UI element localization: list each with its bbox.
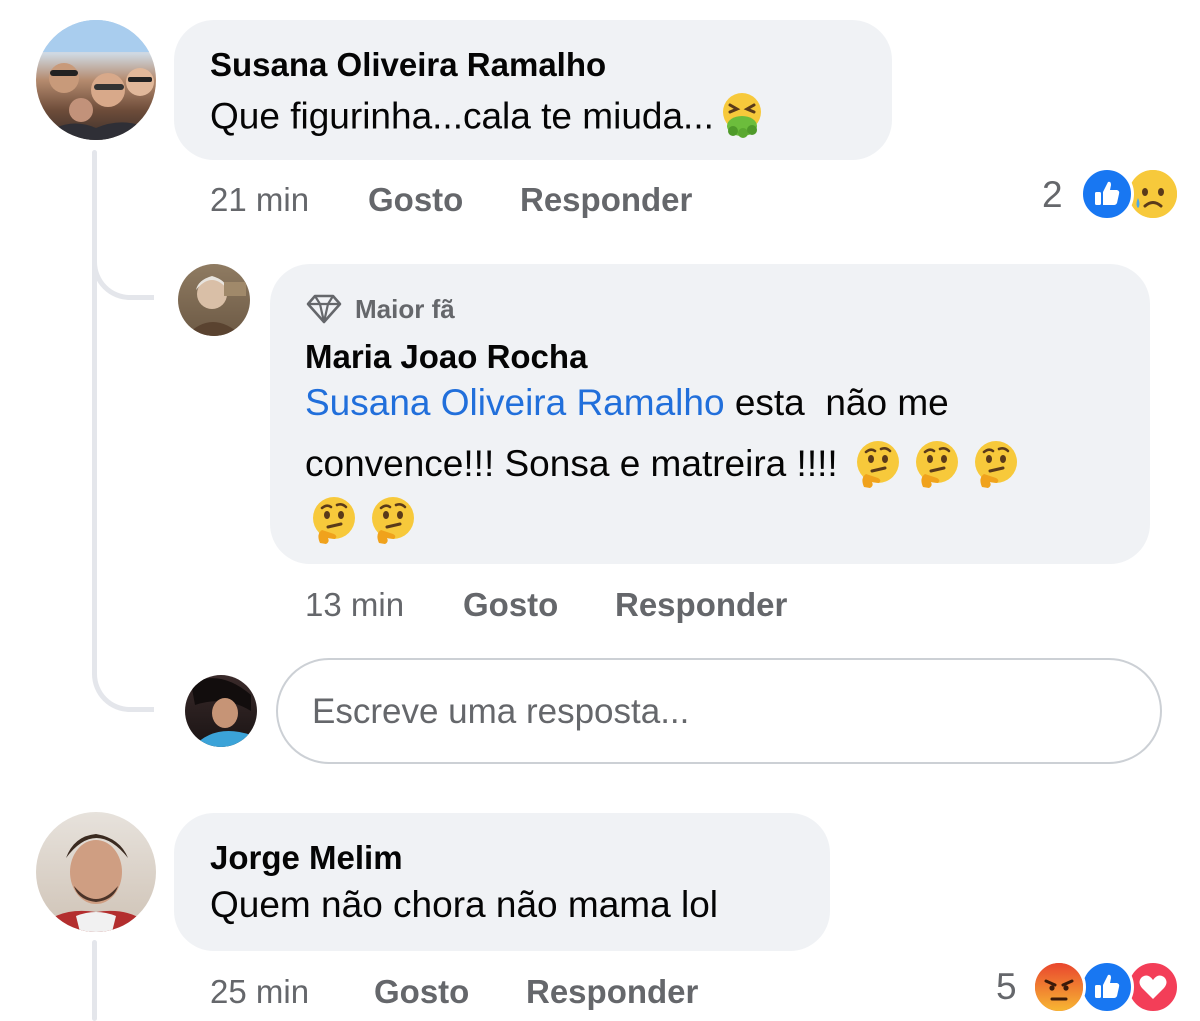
- reply-button[interactable]: Responder: [520, 181, 692, 219]
- reaction-count[interactable]: 2: [1042, 174, 1063, 216]
- reply-button[interactable]: Responder: [526, 973, 698, 1011]
- thinking-emoji-group: [852, 438, 1029, 490]
- reply-author[interactable]: Maria Joao Rocha: [305, 338, 587, 376]
- reply-input-placeholder: Escreve uma resposta...: [312, 692, 690, 731]
- like-button[interactable]: Gosto: [463, 586, 558, 624]
- angry-reaction-icon[interactable]: [1032, 960, 1086, 1014]
- mention-link[interactable]: Susana Oliveira Ramalho: [305, 382, 725, 423]
- comment-text: Quem não chora não mama lol: [210, 884, 718, 925]
- comment-author[interactable]: Jorge Melim: [210, 839, 403, 877]
- like-reaction-icon[interactable]: [1080, 960, 1134, 1014]
- thread-branch-input: [92, 650, 154, 712]
- thinking-face-emoji-icon: [852, 438, 904, 490]
- reply-button[interactable]: Responder: [615, 586, 787, 624]
- thread-line-2: [92, 940, 97, 1021]
- thinking-face-emoji-icon: [308, 494, 360, 546]
- comment-time[interactable]: 25 min: [210, 973, 309, 1011]
- avatar[interactable]: [185, 675, 257, 747]
- comment-text: Que figurinha...cala te miuda...: [210, 90, 766, 147]
- comment-time[interactable]: 21 min: [210, 181, 309, 219]
- reply-text-line-2: convence!!! Sonsa e matreira !!!!: [305, 438, 1029, 490]
- like-button[interactable]: Gosto: [374, 973, 469, 1011]
- diamond-icon: [305, 293, 343, 325]
- nauseated-face-emoji-icon: [718, 90, 766, 147]
- top-fan-badge: Maior fã: [305, 292, 455, 326]
- comment-bubble: [174, 813, 830, 951]
- reply-input[interactable]: Escreve uma resposta...: [276, 658, 1162, 764]
- reaction-count[interactable]: 5: [996, 966, 1017, 1008]
- avatar[interactable]: [178, 264, 250, 336]
- avatar[interactable]: [36, 812, 156, 932]
- comment-author[interactable]: Susana Oliveira Ramalho: [210, 46, 606, 84]
- thinking-face-emoji-icon: [911, 438, 963, 490]
- like-reaction-icon[interactable]: [1080, 167, 1134, 221]
- thinking-face-emoji-icon: [970, 438, 1022, 490]
- thread-branch-reply: [92, 250, 154, 300]
- love-reaction-icon[interactable]: [1126, 960, 1180, 1014]
- avatar[interactable]: [36, 20, 156, 140]
- sad-reaction-icon[interactable]: [1126, 167, 1180, 221]
- thinking-face-emoji-icon: [367, 494, 419, 546]
- reply-time[interactable]: 13 min: [305, 586, 404, 624]
- reply-text-line-1: Susana Oliveira Ramalho esta não me: [305, 382, 949, 423]
- thread-line: [92, 150, 97, 655]
- like-button[interactable]: Gosto: [368, 181, 463, 219]
- thinking-emoji-group: [308, 494, 426, 546]
